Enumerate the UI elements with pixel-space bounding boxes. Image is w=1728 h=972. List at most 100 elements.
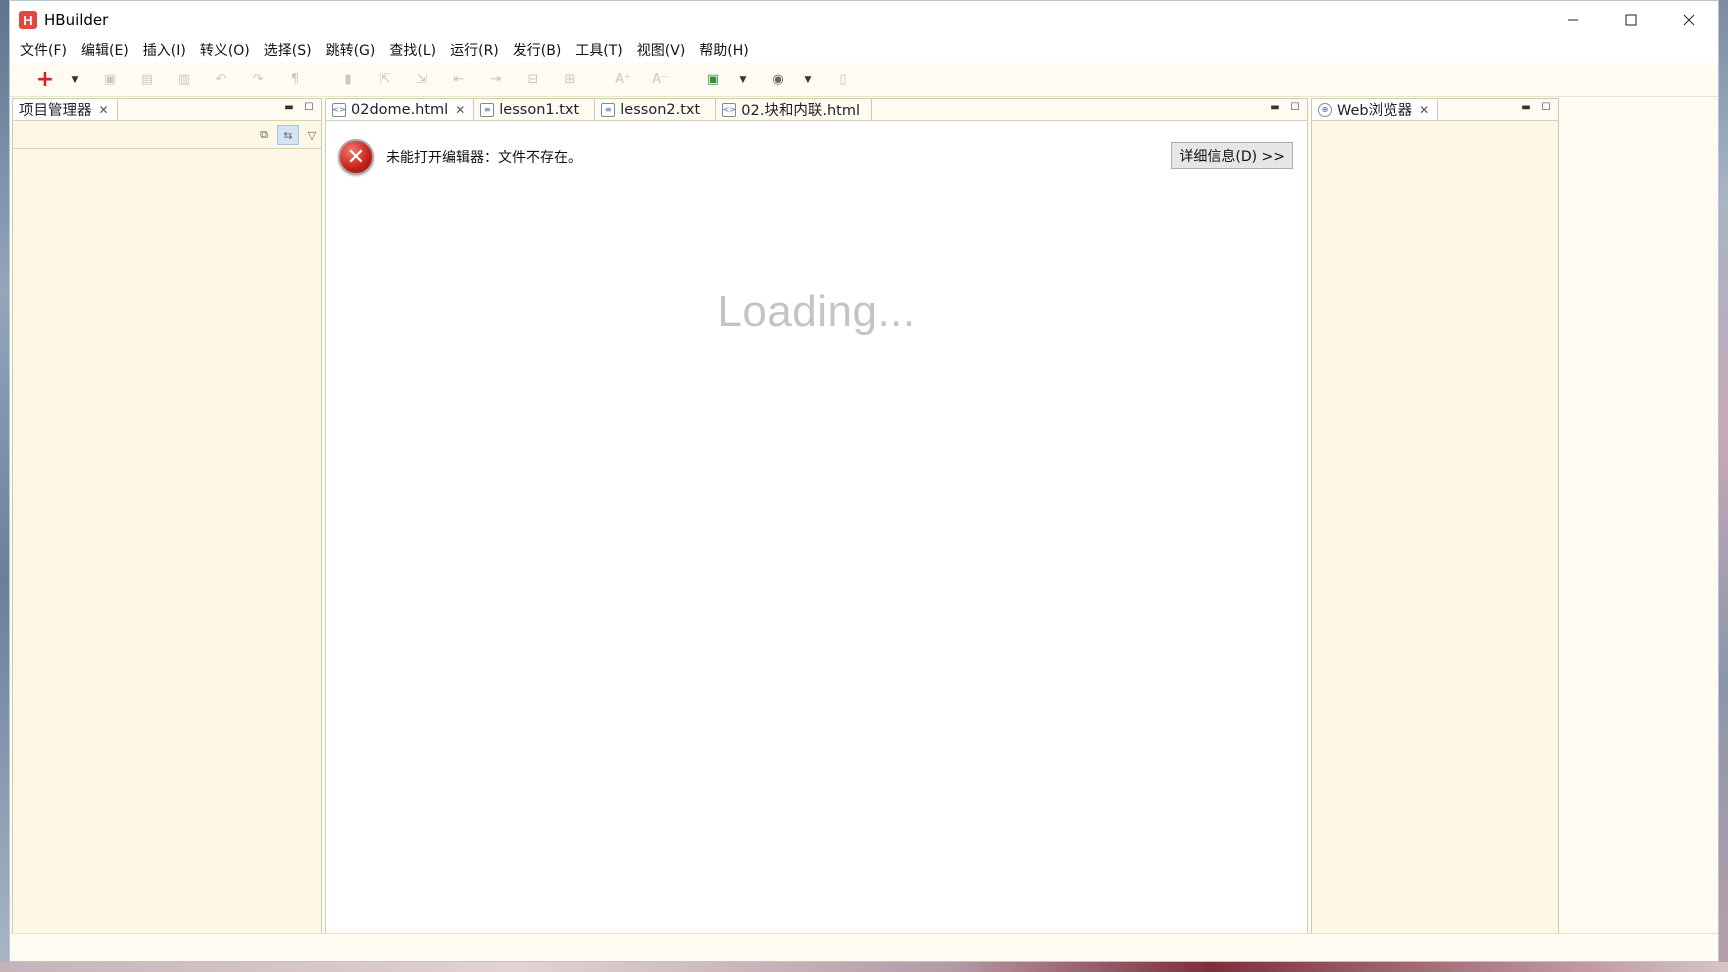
format-icon: ¶: [290, 72, 300, 87]
close-icon[interactable]: ✕: [99, 103, 109, 117]
editor-tabstrip: <> 02dome.html ✕ ≡ lesson1.txt ≡ lesson2…: [326, 99, 1307, 121]
tab-label: Web浏览器: [1337, 103, 1413, 119]
text-file-icon: ≡: [601, 102, 616, 117]
link-editor-button[interactable]: ⇆: [277, 125, 299, 145]
bookmark-button[interactable]: ▮: [335, 67, 361, 93]
menu-publish[interactable]: 发行(B): [506, 39, 569, 63]
print-icon: ▥: [177, 72, 191, 87]
next-button[interactable]: ⇥: [483, 67, 509, 93]
tab-web-browser[interactable]: ⊕ Web浏览器 ✕: [1312, 99, 1439, 120]
minimize-icon: [1568, 19, 1578, 21]
menu-edit[interactable]: 编辑(E): [74, 39, 136, 63]
save-all-icon: ▤: [140, 72, 154, 87]
undo-button[interactable]: ↶: [208, 67, 234, 93]
tab-label: 项目管理器: [19, 103, 92, 119]
minimize-panel-icon[interactable]: ▬: [1269, 101, 1281, 113]
expand-icon: ⊞: [564, 72, 576, 87]
desktop-background-right: [1718, 0, 1728, 972]
new-dropdown-button[interactable]: ▼: [69, 67, 81, 93]
tab-label: 02.块和内联.html: [741, 103, 860, 119]
details-button[interactable]: 详细信息(D) >>: [1171, 142, 1293, 169]
browser-button[interactable]: ◉: [765, 67, 791, 93]
minimize-panel-icon[interactable]: ▬: [283, 101, 295, 113]
menu-select[interactable]: 选择(S): [257, 39, 319, 63]
help-toolbar-button[interactable]: ▯: [830, 67, 856, 93]
project-subtoolbar: ⧉ ⇆ ▽: [13, 121, 321, 149]
web-browser-panel: ⊕ Web浏览器 ✕ ▬ ☐: [1311, 98, 1559, 934]
browser-tabstrip: ⊕ Web浏览器 ✕ ▬ ☐: [1312, 99, 1558, 121]
font-increase-icon: A⁺: [615, 72, 631, 87]
editor-panel: <> 02dome.html ✕ ≡ lesson1.txt ≡ lesson2…: [325, 98, 1308, 934]
menu-bar: 文件(F) 编辑(E) 插入(I) 转义(O) 选择(S) 跳转(G) 查找(L…: [10, 39, 1718, 63]
close-button[interactable]: [1660, 1, 1718, 39]
workspace: 项目管理器 ✕ ▬ ☐ ⧉ ⇆ ▽ <> 02dome.html ✕ ≡ les…: [10, 98, 1718, 934]
maximize-button[interactable]: [1602, 1, 1660, 39]
minimize-panel-icon[interactable]: ▬: [1520, 101, 1532, 113]
menu-view[interactable]: 视图(V): [630, 39, 693, 63]
browser-dropdown-button[interactable]: ▼: [802, 67, 814, 93]
project-manager-panel: 项目管理器 ✕ ▬ ☐ ⧉ ⇆ ▽: [12, 98, 322, 934]
maximize-panel-icon[interactable]: ☐: [303, 101, 315, 113]
html-file-icon: <>: [722, 102, 737, 117]
export-button[interactable]: ⇲: [409, 67, 435, 93]
font-increase-button[interactable]: A⁺: [610, 67, 636, 93]
error-icon: ✕: [338, 139, 374, 175]
menu-help[interactable]: 帮助(H): [692, 39, 755, 63]
tab-lesson1-txt[interactable]: ≡ lesson1.txt: [474, 99, 596, 120]
maximize-panel-icon[interactable]: ☐: [1289, 101, 1301, 113]
menu-file[interactable]: 文件(F): [13, 39, 74, 63]
expand-button[interactable]: ⊞: [557, 67, 583, 93]
link-icon: ⇆: [283, 128, 293, 142]
bookmark-icon: ▮: [344, 72, 352, 87]
close-icon[interactable]: ✕: [455, 103, 465, 117]
menu-goto[interactable]: 跳转(G): [319, 39, 383, 63]
menu-tools[interactable]: 工具(T): [568, 39, 629, 63]
collapse-all-icon: ⧉: [260, 128, 268, 141]
close-icon[interactable]: ✕: [1419, 103, 1429, 117]
run-icon: ▣: [706, 72, 720, 87]
hbuilder-logo-icon: H: [19, 11, 37, 29]
chevron-down-icon: ▽: [307, 128, 317, 142]
help-icon: ▯: [839, 72, 847, 87]
maximize-icon: [1625, 14, 1637, 26]
tab-block-inline-html[interactable]: <> 02.块和内联.html: [716, 99, 873, 120]
window-controls: [1544, 1, 1718, 39]
tab-project-manager[interactable]: 项目管理器 ✕: [13, 99, 118, 120]
tab-lesson2-txt[interactable]: ≡ lesson2.txt: [595, 99, 717, 120]
menu-run[interactable]: 运行(R): [443, 39, 506, 63]
html-file-icon: <>: [332, 102, 346, 117]
panel-controls: ▬ ☐: [283, 101, 315, 113]
save-button[interactable]: ▣: [97, 67, 123, 93]
new-button[interactable]: +: [32, 67, 58, 93]
tab-label: 02dome.html: [351, 101, 449, 118]
loading-text: Loading...: [717, 287, 916, 336]
save-all-button[interactable]: ▤: [134, 67, 160, 93]
format-button[interactable]: ¶: [282, 67, 308, 93]
import-button[interactable]: ⇱: [372, 67, 398, 93]
run-button[interactable]: ▣: [700, 67, 726, 93]
chevron-down-icon: ▼: [71, 74, 79, 85]
menu-find[interactable]: 查找(L): [382, 39, 443, 63]
text-file-icon: ≡: [480, 102, 495, 117]
menu-escape[interactable]: 转义(O): [193, 39, 257, 63]
font-decrease-button[interactable]: A⁻: [647, 67, 673, 93]
redo-button[interactable]: ↷: [245, 67, 271, 93]
next-icon: ⇥: [490, 72, 502, 87]
prev-button[interactable]: ⇤: [446, 67, 472, 93]
browser-icon: ◉: [772, 72, 784, 87]
chevron-down-icon: ▼: [804, 74, 812, 85]
minimize-button[interactable]: [1544, 1, 1602, 39]
project-tabstrip: 项目管理器 ✕ ▬ ☐: [13, 99, 321, 121]
chevron-down-icon: ▼: [739, 74, 747, 85]
maximize-panel-icon[interactable]: ☐: [1540, 101, 1552, 113]
collapse-all-button[interactable]: ⧉: [253, 125, 275, 145]
tab-02dome-html[interactable]: <> 02dome.html ✕: [326, 99, 475, 120]
collapse-button[interactable]: ⊟: [520, 67, 546, 93]
tab-label: lesson2.txt: [620, 101, 701, 118]
panel-controls: ▬ ☐: [1269, 101, 1301, 113]
view-menu-button[interactable]: ▽: [301, 125, 323, 145]
run-dropdown-button[interactable]: ▼: [737, 67, 749, 93]
print-button[interactable]: ▥: [171, 67, 197, 93]
menu-insert[interactable]: 插入(I): [136, 39, 193, 63]
export-icon: ⇲: [416, 72, 428, 87]
